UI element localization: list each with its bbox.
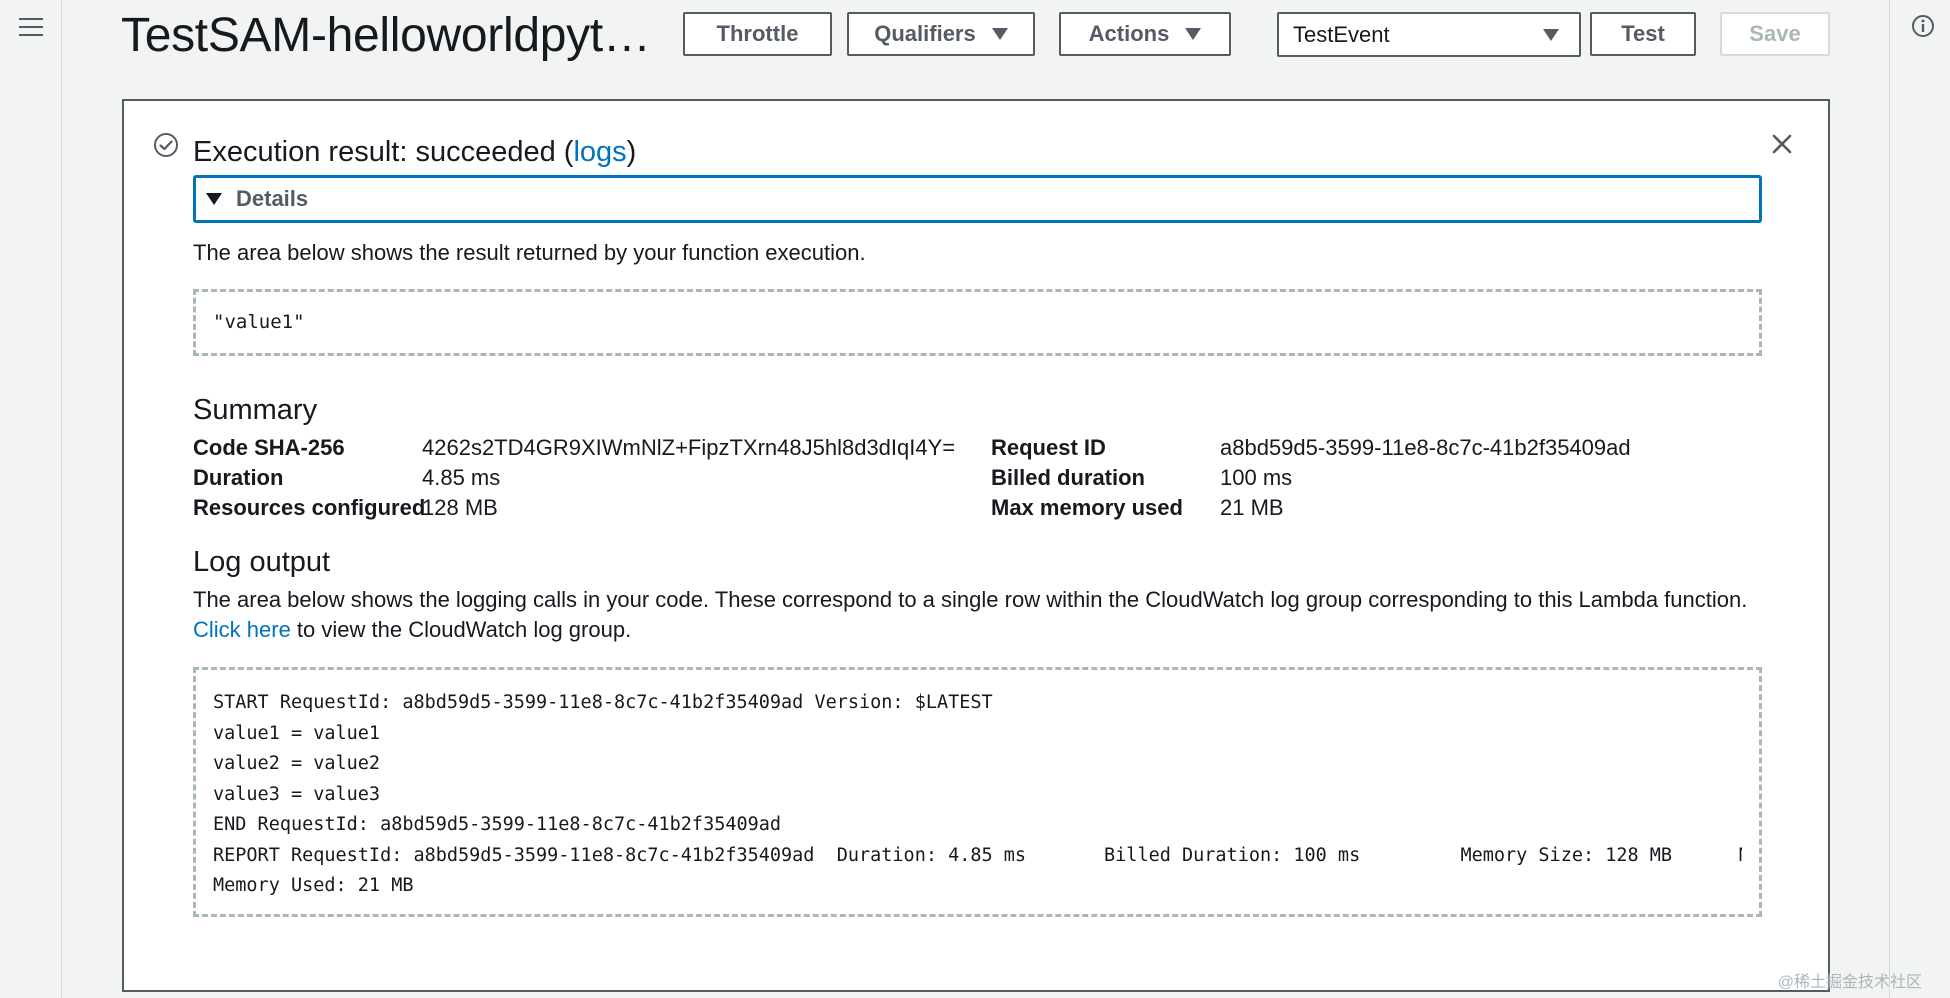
log-line: Memory Used: 21 MB [213,875,414,896]
triangle-down-icon [206,193,222,205]
result-description: The area below shows the result returned… [193,240,866,265]
chevron-down-icon [991,28,1008,40]
test-event-selected-value: TestEvent [1293,21,1390,47]
summary-value-max-memory: 21 MB [1220,495,1284,520]
function-name-title: TestSAM-helloworldpytho... [121,9,669,62]
result-output-box: "value1" [193,289,1762,356]
chevron-down-icon [1543,29,1559,41]
execution-result-status: Execution result: succeeded ( [193,136,574,168]
actions-dropdown-button[interactable]: Actions [1059,12,1231,56]
log-line: START RequestId: a8bd59d5-3599-11e8-8c7c… [213,692,993,713]
summary-heading: Summary [193,394,318,426]
summary-value-code-sha: 4262s2TD4GR9XIWmNlZ+FipzTXrn48J5hl8d3dIq… [422,435,956,460]
summary-value-resources: 128 MB [422,495,498,520]
log-output-description: The area below shows the logging calls i… [193,587,1748,612]
chevron-down-icon [1185,28,1202,40]
log-line: REPORT RequestId: a8bd59d5-3599-11e8-8c7… [213,844,1742,866]
log-line: END RequestId: a8bd59d5-3599-11e8-8c7c-4… [213,814,782,835]
save-button-label: Save [1749,21,1801,46]
right-help-rail [1889,0,1950,998]
actions-button-label: Actions [1088,21,1170,46]
logs-link[interactable]: logs [573,136,626,168]
watermark: @稀土掘金技术社区 [1777,974,1922,991]
heading-close-paren: ) [626,136,637,168]
cloudwatch-link[interactable]: Click here [193,617,291,642]
summary-value-duration: 4.85 ms [422,465,501,490]
summary-label-max-memory: Max memory used [991,495,1183,520]
summary-label-billed-duration: Billed duration [991,465,1145,490]
log-output-box: START RequestId: a8bd59d5-3599-11e8-8c7c… [193,667,1762,917]
close-icon[interactable] [1770,132,1794,156]
check-circle-icon [154,133,178,157]
cloudwatch-link-suffix: to view the CloudWatch log group. [290,617,632,642]
test-event-select[interactable]: TestEvent [1277,12,1581,57]
summary-label-duration: Duration [193,465,284,490]
log-line: value1 = value1 [213,722,381,744]
summary-value-request-id: a8bd59d5-3599-11e8-8c7c-41b2f35409ad [1220,435,1631,460]
throttle-button-label: Throttle [716,21,799,46]
test-button[interactable]: Test [1590,12,1696,56]
summary-label-code-sha: Code SHA-256 [193,435,345,460]
test-button-label: Test [1621,21,1665,46]
execution-result-heading: Execution result: succeeded (logs) [193,136,636,169]
details-expander[interactable]: Details [193,175,1762,223]
log-output-heading: Log output [193,546,331,578]
hamburger-icon[interactable] [19,18,43,40]
log-line: value2 = value2 [213,753,381,774]
summary-label-resources: Resources configured [193,495,426,520]
summary-value-billed-duration: 100 ms [1220,465,1293,490]
save-button[interactable]: Save [1720,12,1830,56]
qualifiers-button-label: Qualifiers [874,21,976,46]
summary-label-request-id: Request ID [991,435,1106,460]
info-icon[interactable] [1911,14,1935,38]
left-nav-rail [0,0,62,998]
qualifiers-dropdown-button[interactable]: Qualifiers [847,12,1035,56]
details-label: Details [236,186,309,211]
cloudwatch-link-line: Click here to view the CloudWatch log gr… [193,617,631,643]
returned-value: "value1" [213,311,305,333]
log-line: value3 = value3 [213,783,381,805]
throttle-button[interactable]: Throttle [683,12,832,56]
